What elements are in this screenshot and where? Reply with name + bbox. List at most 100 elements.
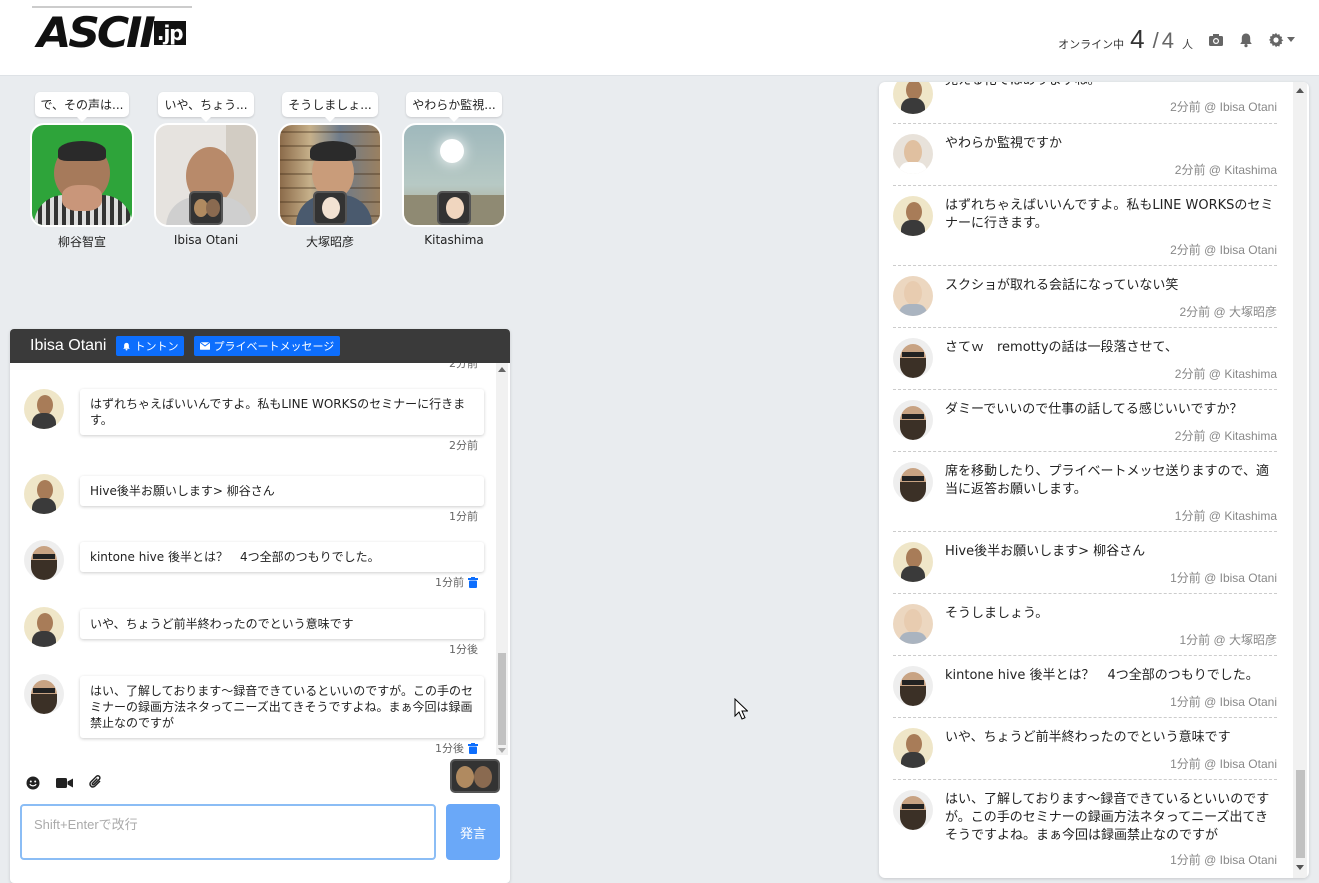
- online-total: 4: [1161, 28, 1174, 53]
- timeline-meta: 2分前 @ Kitashima: [1174, 367, 1277, 381]
- timeline-meta: 2分前 @ Kitashima: [1174, 429, 1277, 443]
- participant-card[interactable]: やわらか監視... Kitashima: [402, 92, 506, 247]
- participant-video[interactable]: [154, 123, 258, 227]
- avatar: [893, 338, 933, 378]
- timeline-item: さてｗ remottyの話は一段落させて、 2分前 @ Kitashima: [893, 328, 1277, 390]
- camera-icon[interactable]: [1208, 32, 1224, 48]
- timeline-time: 2分前: [1174, 367, 1206, 381]
- trash-icon[interactable]: [468, 742, 478, 754]
- timeline-item: ダミーでいいので仕事の話してる感じいいですか？ 2分前 @ Kitashima: [893, 390, 1277, 452]
- participant-name: 大塚昭彦: [305, 235, 354, 249]
- participant-video[interactable]: [278, 123, 382, 227]
- timeline-meta: 2分前 @ Kitashima: [1174, 163, 1277, 177]
- speech-bubble: で、その声は...: [34, 92, 130, 122]
- timeline-item: 見える化ではありますね。 2分前 @ Ibisa Otani: [893, 82, 1277, 124]
- message-bubble: kintone hive 後半とは？ 4つ全部のつもりでした。: [80, 542, 484, 572]
- app-header: ASCII .jp オンライン中 4 / 4 人: [0, 0, 1319, 76]
- chat-header: Ibisa Otani トントン プライベートメッセージ: [10, 329, 510, 363]
- bell-icon[interactable]: [1238, 32, 1254, 48]
- timeline-text: スクショが取れる会話になっていない笑: [945, 278, 1179, 293]
- timeline-text: さてｗ remottyの話は一段落させて、: [945, 340, 1178, 355]
- emoji-icon[interactable]: [26, 776, 40, 790]
- chevron-down-icon[interactable]: [1287, 37, 1295, 43]
- participant-card[interactable]: で、その声は... 柳谷智宣: [30, 92, 134, 250]
- timeline-time: 2分前: [1174, 429, 1206, 443]
- timeline-time: 2分前: [1170, 243, 1201, 257]
- private-message-badge[interactable]: プライベートメッセージ: [194, 336, 341, 356]
- notify-badge[interactable]: トントン: [116, 336, 185, 356]
- scroll-thumb[interactable]: [1296, 770, 1305, 858]
- timeline-meta: 1分前 @ Ibisa Otani: [1170, 695, 1277, 709]
- message-time: 2分前: [449, 363, 478, 370]
- scroll-thumb[interactable]: [498, 653, 506, 745]
- timeline-panel[interactable]: 見える化ではありますね。 2分前 @ Ibisa Otani やわらか監視ですか…: [879, 82, 1309, 878]
- online-label: オンライン中: [1058, 38, 1125, 51]
- participant-video[interactable]: [402, 123, 506, 227]
- gear-icon[interactable]: [1268, 32, 1284, 48]
- video-icon[interactable]: [56, 777, 73, 789]
- scroll-up-arrow[interactable]: [1296, 88, 1304, 93]
- timeline-user: Ibisa Otani: [1219, 757, 1277, 771]
- timeline-text: Hive後半お願いします> 柳谷さん: [945, 544, 1146, 559]
- avatar: [893, 82, 933, 114]
- message-time: 1分後: [435, 740, 478, 755]
- participant-card[interactable]: いや、ちょう... Ibisa Otani: [154, 92, 258, 247]
- avatar: [893, 790, 933, 830]
- participant-subvideo: [313, 191, 347, 225]
- speech-bubble: やわらか監視...: [406, 92, 502, 122]
- message-bubble: いや、ちょうど前半終わったのでという意味です: [80, 609, 484, 639]
- logo-text: ASCII: [37, 8, 155, 57]
- message-item: Hive後半お願いします> 柳谷さん 1分前: [24, 474, 484, 523]
- avatar: [893, 666, 933, 706]
- send-button[interactable]: 発言: [446, 804, 500, 860]
- paperclip-icon[interactable]: [89, 775, 103, 790]
- avatar: [893, 196, 933, 236]
- timeline-user: Ibisa Otani: [1219, 243, 1277, 257]
- scroll-up-arrow[interactable]: [498, 367, 506, 372]
- timeline-text: 席を移動したり、プライベートメッセ送りますので、適当に返答お願いします。: [945, 464, 1269, 497]
- envelope-icon: [200, 342, 211, 350]
- timeline-user: Ibisa Otani: [1219, 571, 1277, 585]
- timeline-time: 1分前: [1174, 509, 1206, 523]
- timeline-time: 1分前: [1170, 853, 1201, 867]
- timeline-time: 1分前: [1170, 757, 1201, 771]
- self-video-preview[interactable]: [450, 759, 500, 793]
- timeline-scrollbar[interactable]: [1293, 82, 1307, 878]
- avatar: [893, 604, 933, 644]
- participant-name: 柳谷智宣: [57, 235, 106, 249]
- participant-card[interactable]: そうしましょ... 大塚昭彦: [278, 92, 382, 250]
- timeline-text: いや、ちょうど前半終わったのでという意味です: [945, 730, 1231, 745]
- timeline-user: Kitashima: [1224, 429, 1277, 443]
- chat-message-list[interactable]: 2分前 はずれちゃえばいいんですよ。私もLINE WORKSのセミナーに行きます…: [10, 363, 494, 755]
- timeline-meta: 1分前 @ Ibisa Otani: [1170, 757, 1277, 771]
- message-item: kintone hive 後半とは？ 4つ全部のつもりでした。 1分前: [24, 540, 484, 590]
- timeline-user: 大塚昭彦: [1228, 633, 1277, 647]
- site-logo[interactable]: ASCII .jp: [32, 6, 192, 58]
- scroll-down-arrow[interactable]: [498, 748, 506, 753]
- trash-icon[interactable]: [468, 576, 478, 588]
- timeline-user: Kitashima: [1224, 509, 1277, 523]
- participant-video[interactable]: [30, 123, 134, 227]
- avatar: [893, 542, 933, 582]
- speech-bubble: いや、ちょう...: [158, 92, 254, 122]
- message-input[interactable]: Shift+Enterで改行: [20, 804, 436, 860]
- timeline-time: 1分前: [1170, 571, 1201, 585]
- message-time: 1分前: [435, 574, 478, 590]
- avatar: [893, 462, 933, 502]
- timeline-text: そうしましょう。: [945, 606, 1049, 621]
- timeline-item: スクショが取れる会話になっていない笑 2分前 @ 大塚昭彦: [893, 266, 1277, 328]
- chat-toolbar: [26, 775, 103, 790]
- timeline-time: 2分前: [1174, 163, 1206, 177]
- chat-scrollbar[interactable]: [496, 363, 508, 755]
- timeline-item: いや、ちょうど前半終わったのでという意味です 1分前 @ Ibisa Otani: [893, 718, 1277, 780]
- timeline-item: はずれちゃえばいいんですよ。私もLINE WORKSのセミナーに行きます。 2分…: [893, 186, 1277, 266]
- scroll-down-arrow[interactable]: [1296, 865, 1304, 870]
- participant-name: Ibisa Otani: [173, 233, 239, 247]
- message-item: はい、了解しております～録音できているといいのですが。この手のセミナーの録画方法…: [24, 674, 484, 755]
- timeline-meta: 1分前 @ Ibisa Otani: [1170, 571, 1277, 585]
- participant-subvideo: [437, 191, 471, 225]
- timeline-item: そうしましょう。 1分前 @ 大塚昭彦: [893, 594, 1277, 656]
- message-time: 2分前: [449, 439, 478, 452]
- timeline-item: Hive後半お願いします> 柳谷さん 1分前 @ Ibisa Otani: [893, 532, 1277, 594]
- speech-bubble: そうしましょ...: [282, 92, 378, 122]
